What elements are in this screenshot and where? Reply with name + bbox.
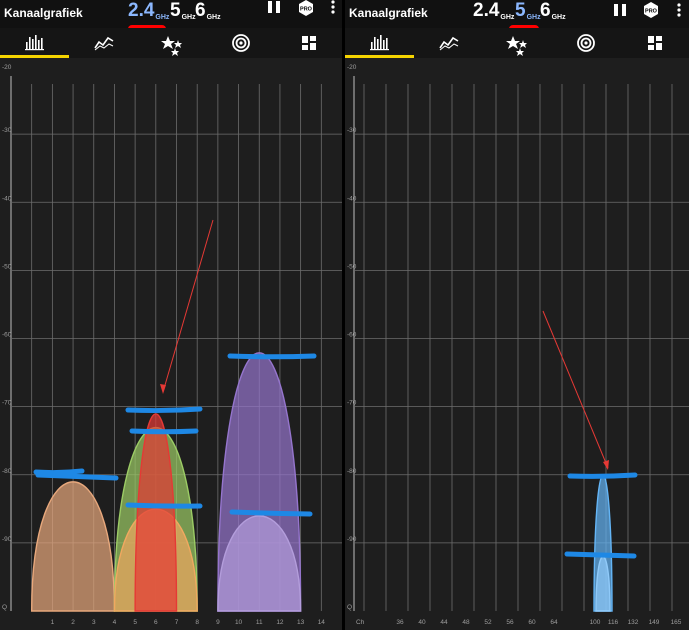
blue-scribble-mark: [229, 509, 313, 517]
y-tick-label: Q: [2, 604, 7, 611]
y-tick-label: -70: [347, 400, 357, 407]
x-tick-label: 56: [506, 619, 514, 626]
pause-icon[interactable]: [613, 3, 627, 17]
blue-scribble-mark: [129, 428, 199, 435]
x-tick-label: 60: [528, 619, 536, 626]
blue-scribble-mark: [567, 472, 638, 479]
tab-bar: [345, 28, 689, 58]
blue-scribble-mark: [35, 472, 119, 481]
blue-scribble-mark: [227, 353, 317, 360]
x-tick-label: 2: [71, 619, 75, 626]
pro-badge[interactable]: PRO: [643, 2, 659, 18]
svg-text:PRO: PRO: [300, 7, 313, 13]
y-tick-label: -40: [2, 195, 12, 202]
x-tick-label: 8: [195, 619, 199, 626]
tab-channel-rating[interactable]: [138, 28, 207, 58]
more-options-icon[interactable]: [676, 3, 682, 17]
band-2-4-ghz-button[interactable]: 2.4 GHz: [473, 0, 514, 22]
x-tick-label: 149: [649, 619, 660, 626]
pause-icon[interactable]: [267, 0, 281, 14]
y-tick-label: -80: [2, 468, 12, 475]
x-tick-label: 48: [462, 619, 470, 626]
x-tick-label: 5: [133, 619, 137, 626]
tab-dashboard[interactable]: [276, 28, 342, 58]
x-tick-label: 44: [440, 619, 448, 626]
pro-badge[interactable]: PRO: [298, 0, 314, 16]
left-panel: Kanaalgrafiek 2.4 GHz 5 GHz 6 GHz PRO -2…: [0, 0, 342, 630]
y-tick-label: -30: [347, 127, 357, 134]
page-title: Kanaalgrafiek: [4, 6, 83, 20]
y-tick-label: -20: [347, 64, 357, 71]
tab-channel-graph[interactable]: [0, 28, 69, 58]
blue-scribble-mark: [125, 502, 203, 509]
x-tick-label: 165: [671, 619, 682, 626]
tab-time-graph[interactable]: [414, 28, 483, 58]
x-tick-label: 11: [256, 619, 263, 626]
y-tick-label: -60: [2, 332, 12, 339]
page-title: Kanaalgrafiek: [349, 6, 428, 20]
x-axis-prefix-label: Ch: [356, 619, 365, 626]
blue-scribble-mark: [564, 551, 637, 559]
chart-background: [345, 58, 689, 630]
blue-scribble-mark: [125, 406, 203, 414]
x-tick-label: 6: [154, 619, 158, 626]
x-tick-label: 36: [396, 619, 404, 626]
app-bar: Kanaalgrafiek 2.4 GHz 5 GHz 6 GHz PRO: [345, 0, 689, 33]
y-tick-label: -80: [347, 468, 357, 475]
y-tick-label: -60: [347, 332, 357, 339]
tab-access-points[interactable]: [207, 28, 276, 58]
x-tick-label: 3: [92, 619, 96, 626]
tab-time-graph[interactable]: [69, 28, 138, 58]
tab-channel-rating[interactable]: [483, 28, 552, 58]
svg-text:PRO: PRO: [645, 9, 658, 15]
y-tick-label: -50: [2, 263, 12, 270]
app-bar: Kanaalgrafiek 2.4 GHz 5 GHz 6 GHz PRO: [0, 0, 342, 33]
tab-access-points[interactable]: [552, 28, 621, 58]
x-tick-label: 4: [113, 619, 117, 626]
y-tick-label: -20: [2, 64, 12, 71]
band-5-ghz-button[interactable]: 5 GHz: [170, 0, 196, 22]
more-options-icon[interactable]: [330, 0, 336, 14]
x-tick-label: 100: [590, 619, 601, 626]
x-tick-label: 1: [51, 619, 55, 626]
x-tick-label: 132: [628, 619, 639, 626]
band-6-ghz-button[interactable]: 6 GHz: [195, 0, 221, 22]
x-tick-label: 52: [484, 619, 492, 626]
y-tick-label: -30: [2, 127, 12, 134]
y-tick-label: -70: [2, 400, 12, 407]
x-tick-label: 10: [235, 619, 243, 626]
y-tick-label: -40: [347, 195, 357, 202]
tab-channel-graph[interactable]: [345, 28, 414, 58]
x-tick-label: 9: [216, 619, 220, 626]
band-5-ghz-button[interactable]: 5 GHz: [515, 0, 541, 22]
x-tick-label: 64: [550, 619, 558, 626]
band-6-ghz-button[interactable]: 6 GHz: [540, 0, 566, 22]
x-tick-label: 12: [276, 619, 284, 626]
x-tick-label: 7: [175, 619, 179, 626]
channel-graph-chart: -20-30-40-50-60-70-80-90Q1 2 3 4 5 6 7 8 9 10 11 12…: [0, 58, 342, 630]
blue-scribble-mark: [33, 468, 85, 476]
channel-graph-chart: -20 -30 -40 -50 -60 -70 -80 -90 Q Ch 36 40 44 48 52 56 6…: [345, 58, 689, 630]
x-tick-label: 116: [608, 619, 619, 626]
tab-bar: [0, 28, 342, 58]
right-panel: Kanaalgrafiek 2.4 GHz 5 GHz 6 GHz PRO -2…: [345, 0, 689, 630]
x-tick-label: 40: [418, 619, 426, 626]
y-tick-label: -90: [347, 536, 357, 543]
y-tick-label: -90: [2, 536, 12, 543]
y-tick-label: -50: [347, 263, 357, 270]
y-tick-label: Q: [347, 604, 352, 611]
x-tick-label: 14: [318, 619, 326, 626]
tab-dashboard[interactable]: [621, 28, 689, 58]
x-tick-label: 13: [297, 619, 305, 626]
band-2-4-ghz-button[interactable]: 2.4 GHz: [128, 0, 169, 22]
